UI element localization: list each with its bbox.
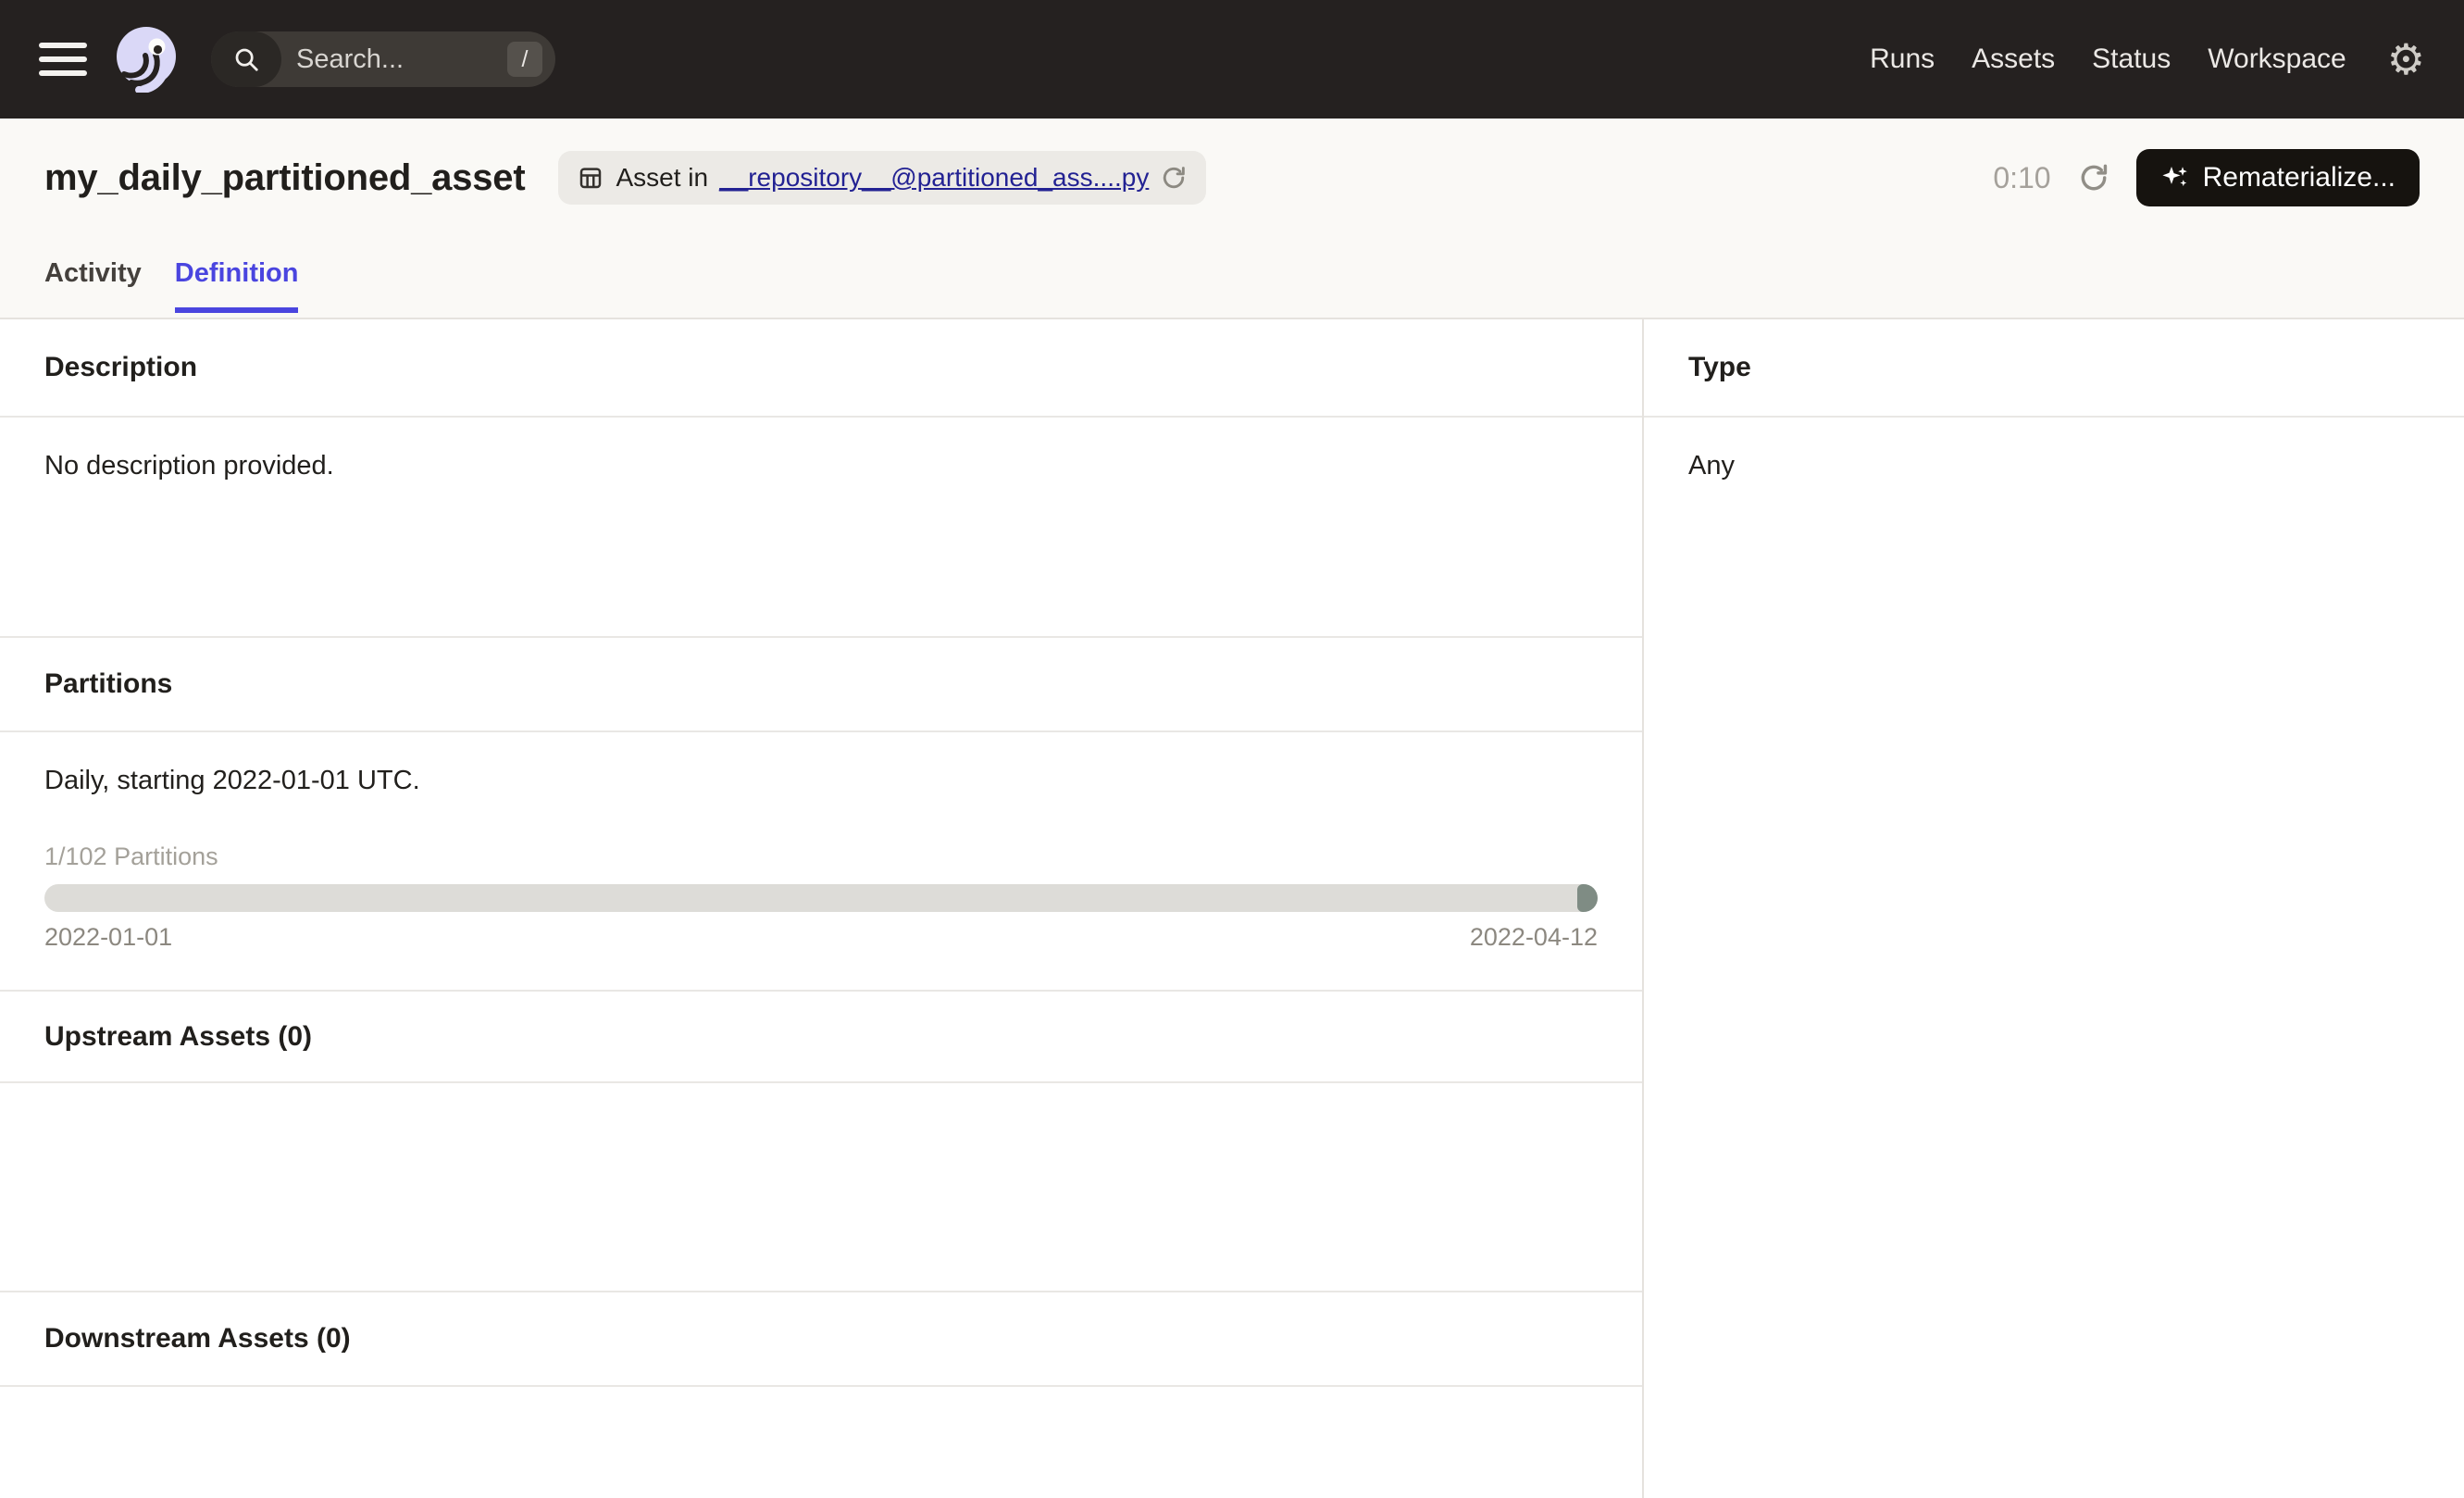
refresh-countdown: 0:10 xyxy=(1993,161,2050,195)
partitions-section-header: Partitions xyxy=(0,638,1642,732)
nav-item-status[interactable]: Status xyxy=(2092,44,2171,75)
search-icon-wrap xyxy=(211,31,281,87)
rematerialize-button[interactable]: Rematerialize... xyxy=(2136,149,2420,206)
search-icon xyxy=(232,45,260,73)
partition-date-range: 2022-01-01 2022-04-12 xyxy=(44,923,1598,952)
global-search: / xyxy=(211,31,555,87)
repo-location-link[interactable]: __repository__@partitioned_ass....py xyxy=(719,163,1149,193)
partition-end-date: 2022-04-12 xyxy=(1470,923,1598,952)
repo-grid-icon xyxy=(577,164,604,192)
partition-schedule-text: Daily, starting 2022-01-01 UTC. xyxy=(44,766,1598,796)
main-content: Description No description provided. Par… xyxy=(0,319,2464,1498)
partition-start-date: 2022-01-01 xyxy=(44,923,172,952)
refresh-icon[interactable] xyxy=(2077,161,2110,194)
hamburger-bar xyxy=(39,43,87,48)
type-section-value: Any xyxy=(1644,418,2464,515)
page-title: my_daily_partitioned_asset xyxy=(44,157,525,199)
top-nav-bar: / Runs Assets Status Workspace ⚙ xyxy=(0,0,2464,119)
top-nav-links: Runs Assets Status Workspace ⚙ xyxy=(1870,38,2425,81)
asset-page-header: my_daily_partitioned_asset Asset in __re… xyxy=(0,119,2464,319)
nav-item-runs[interactable]: Runs xyxy=(1870,44,1935,75)
hamburger-bar xyxy=(39,56,87,62)
partition-health-bar xyxy=(44,884,1598,912)
badge-prefix-label: Asset in xyxy=(616,163,708,193)
asset-tabs: Activity Definition xyxy=(44,258,2420,311)
description-section-body: No description provided. xyxy=(0,418,1642,638)
hamburger-bar xyxy=(39,70,87,76)
upstream-assets-body xyxy=(0,1083,1642,1292)
partitions-section-body: Daily, starting 2022-01-01 UTC. 1/102 Pa… xyxy=(0,732,1642,992)
menu-hamburger-icon[interactable] xyxy=(39,43,87,76)
definition-right-column: Type Any xyxy=(1644,319,2464,1498)
tab-activity[interactable]: Activity xyxy=(44,258,142,311)
partition-materialized-segment xyxy=(1577,884,1598,912)
partition-count-label: 1/102 Partitions xyxy=(44,843,1598,871)
title-row: my_daily_partitioned_asset Asset in __re… xyxy=(44,148,2420,207)
search-shortcut-key: / xyxy=(507,42,542,77)
type-section-header: Type xyxy=(1644,319,2464,418)
upstream-assets-header: Upstream Assets (0) xyxy=(0,992,1642,1083)
asset-repo-badge: Asset in __repository__@partitioned_ass.… xyxy=(558,151,1206,205)
header-controls: 0:10 Rematerialize... xyxy=(1993,149,2420,206)
settings-gear-icon[interactable]: ⚙ xyxy=(2387,38,2425,81)
downstream-assets-body xyxy=(0,1387,1642,1498)
reload-repo-icon[interactable] xyxy=(1160,164,1188,192)
description-section-header: Description xyxy=(0,319,1642,418)
sparkle-icon xyxy=(2160,163,2190,193)
nav-item-workspace[interactable]: Workspace xyxy=(2208,44,2346,75)
dagster-logo-icon[interactable] xyxy=(113,26,180,93)
search-input[interactable] xyxy=(296,44,507,75)
rematerialize-label: Rematerialize... xyxy=(2203,162,2396,193)
downstream-assets-header: Downstream Assets (0) xyxy=(0,1292,1642,1387)
definition-left-column: Description No description provided. Par… xyxy=(0,319,1644,1498)
nav-item-assets[interactable]: Assets xyxy=(1972,44,2055,75)
tab-definition[interactable]: Definition xyxy=(175,258,299,311)
